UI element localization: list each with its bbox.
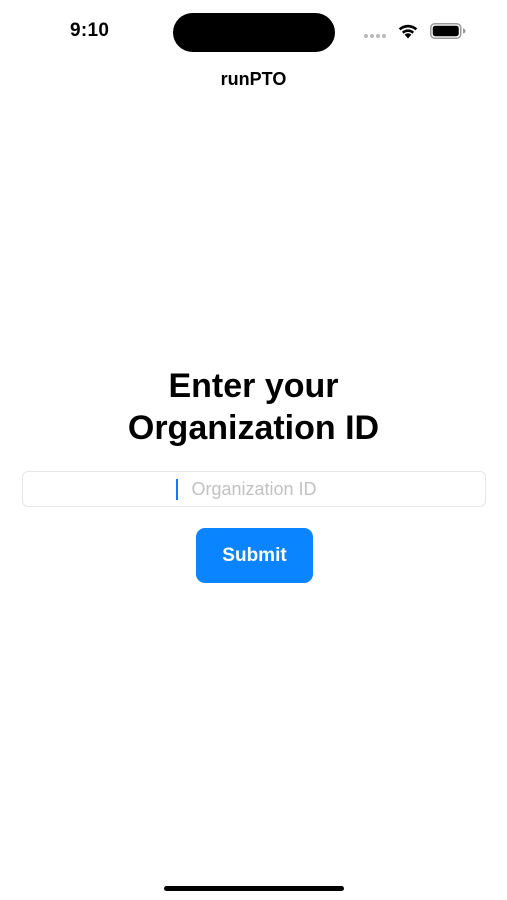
status-bar: 9:10 xyxy=(0,0,507,60)
app-title: runPTO xyxy=(220,69,287,89)
home-indicator[interactable] xyxy=(164,886,344,891)
page-heading: Enter your Organization ID xyxy=(0,365,507,449)
wifi-icon xyxy=(398,24,418,39)
heading-line-1: Enter your xyxy=(168,367,339,405)
status-time: 9:10 xyxy=(70,20,110,41)
organization-id-input[interactable] xyxy=(22,471,486,507)
dynamic-island xyxy=(173,13,335,52)
battery-icon xyxy=(430,23,466,39)
heading-line-2: Organization ID xyxy=(127,409,380,447)
submit-button[interactable]: Submit xyxy=(196,528,313,583)
signal-icon xyxy=(364,34,386,38)
text-cursor xyxy=(176,479,178,500)
